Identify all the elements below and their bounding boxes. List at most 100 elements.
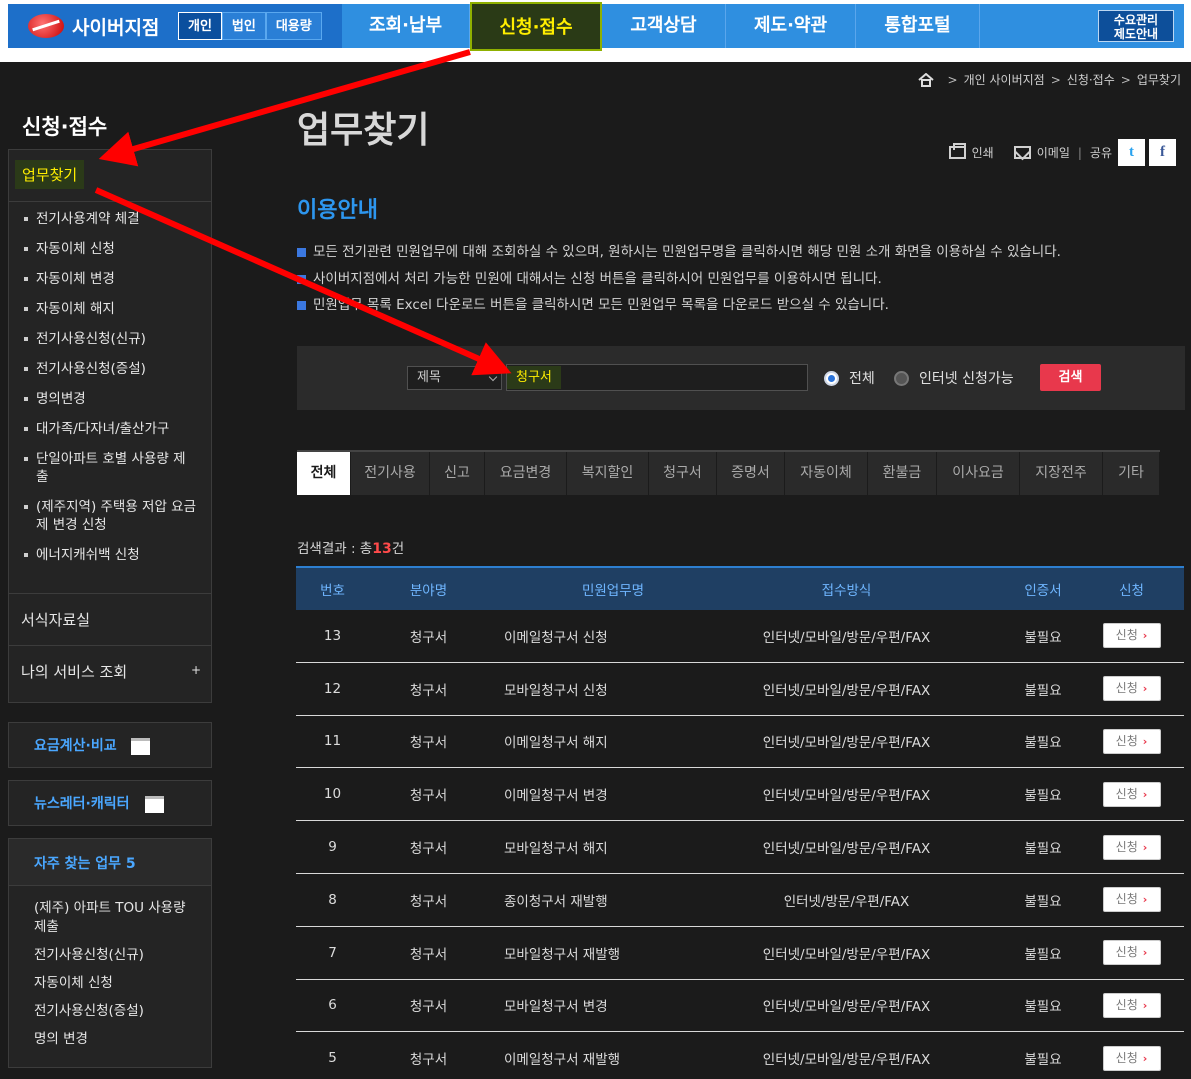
sidebar-menu: 업무찾기 전기사용계약 체결 자동이체 신청 자동이체 변경 자동이체 해지 전… [8, 149, 212, 703]
sidebar-item-active[interactable]: 업무찾기 [9, 150, 211, 202]
email-label[interactable]: 이메일 [1037, 144, 1070, 161]
row-field: 청구서 [409, 893, 448, 910]
radio-online[interactable]: 인터넷 신청가능 [894, 368, 1014, 388]
fee-calc-banner[interactable]: 요금계산·비교 [8, 722, 212, 768]
tab-auto-transfer[interactable]: 자동이체 [785, 452, 868, 495]
apply-button[interactable]: 신청 › [1102, 781, 1161, 807]
sidebar-subitem[interactable]: 자동이체 신청 [9, 240, 211, 258]
frequent-task-item[interactable]: (제주) 아파트 TOU 사용량 제출 [9, 899, 211, 937]
tab-utility-pole[interactable]: 지장전주 [1020, 452, 1103, 495]
row-task-name[interactable]: 모바일청구서 신청 [488, 679, 686, 699]
nav-inquiry-payment[interactable]: 조회·납부 [342, 4, 470, 48]
row-task-name[interactable]: 모바일청구서 재발행 [488, 943, 686, 963]
column-header: 인증서 [1024, 583, 1062, 599]
type-tab-large[interactable]: 대용량 [265, 12, 322, 40]
sidebar-subitem[interactable]: 전기사용신청(신규) [9, 330, 211, 348]
facebook-icon[interactable]: f [1149, 139, 1176, 166]
sidebar-subitem[interactable]: 단일아파트 호별 사용량 제출 [9, 450, 211, 486]
row-method: 인터넷/모바일/방문/우편/FAX [762, 999, 931, 1016]
apply-button[interactable]: 신청 › [1102, 1045, 1161, 1071]
sidebar-subitem[interactable]: 전기사용신청(증설) [9, 360, 211, 378]
sidebar-item-my-service[interactable]: 나의 서비스 조회 + [9, 645, 211, 697]
search-field-select[interactable]: 제목 [407, 366, 502, 390]
sidebar-item-task-search[interactable]: 업무찾기 [15, 160, 85, 189]
search-button[interactable]: 검색 [1040, 364, 1101, 391]
apply-button[interactable]: 신청 › [1102, 940, 1161, 966]
sidebar-subitem[interactable]: 명의변경 [9, 390, 211, 408]
plus-icon[interactable]: + [191, 663, 201, 677]
sidebar-subitem[interactable]: 자동이체 변경 [9, 270, 211, 288]
tab-electric-use[interactable]: 전기사용 [351, 452, 430, 495]
kepco-logo-icon[interactable] [28, 14, 64, 38]
mail-icon[interactable] [1013, 146, 1031, 159]
tab-bill[interactable]: 청구서 [649, 452, 717, 495]
nav-application[interactable]: 신청·접수 [470, 2, 602, 51]
breadcrumb-item[interactable]: 신청·접수 [1067, 71, 1115, 88]
radio-label: 전체 [849, 371, 875, 387]
tab-moving-fee[interactable]: 이사요금 [937, 452, 1020, 495]
sidebar-item-label: 나의 서비스 조회 [21, 663, 128, 681]
tab-all[interactable]: 전체 [297, 452, 351, 495]
frequent-task-item[interactable]: 자동이체 신청 [9, 974, 211, 993]
tab-report[interactable]: 신고 [430, 452, 485, 495]
demand-management-button[interactable]: 수요관리 제도안내 [1098, 10, 1174, 42]
row-cert: 불필요 [1024, 946, 1062, 963]
row-cert: 불필요 [1024, 1052, 1062, 1069]
sidebar-subitem[interactable]: 자동이체 해지 [9, 300, 211, 318]
tab-welfare-discount[interactable]: 복지할인 [567, 452, 649, 495]
home-icon[interactable] [917, 72, 934, 87]
row-task-name[interactable]: 모바일청구서 해지 [488, 837, 686, 857]
guide-item: 모든 전기관련 민원업무에 대해 조회하실 수 있으며, 원하시는 민원업무명을… [297, 239, 1061, 266]
tab-certificate[interactable]: 증명서 [717, 452, 785, 495]
frequent-tasks-title: 자주 찾는 업무 5 [34, 856, 136, 872]
sidebar-item-label: 서식자료실 [21, 611, 91, 629]
row-number: 6 [328, 997, 337, 1014]
top-bar: 사이버지점 개인 법인 대용량 조회·납부 신청·접수 고객상담 제도·약관 통… [0, 0, 1191, 62]
apply-button[interactable]: 신청 › [1102, 728, 1161, 754]
radio-label: 인터넷 신청가능 [919, 371, 1014, 387]
sidebar-subitem[interactable]: 대가족/다자녀/출산가구 [9, 420, 211, 438]
tab-etc[interactable]: 기타 [1103, 452, 1160, 495]
tab-refund[interactable]: 환불금 [868, 452, 937, 495]
sidebar-subitem[interactable]: 에너지캐쉬백 신청 [9, 546, 211, 564]
nav-portal[interactable]: 통합포털 [856, 4, 980, 48]
row-task-name[interactable]: 모바일청구서 변경 [488, 995, 686, 1015]
search-input-value: 청구서 [507, 366, 561, 389]
frequent-task-item[interactable]: 명의 변경 [9, 1030, 211, 1049]
frequent-task-item[interactable]: 전기사용신청(신규) [9, 946, 211, 965]
sidebar-subitem[interactable]: 전기사용계약 체결 [9, 210, 211, 228]
row-apply-cell: 신청 › [1079, 623, 1184, 649]
row-apply-cell: 신청 › [1079, 676, 1184, 702]
tab-fee-change[interactable]: 요금변경 [485, 452, 567, 495]
row-task-name[interactable]: 이메일청구서 해지 [488, 731, 686, 751]
row-task-name[interactable]: 종이청구서 재발행 [488, 890, 686, 910]
search-input[interactable]: 청구서 [506, 364, 808, 391]
frequent-task-item[interactable]: 전기사용신청(증설) [9, 1002, 211, 1021]
brand-name[interactable]: 사이버지점 [72, 13, 159, 40]
twitter-icon[interactable]: t [1118, 139, 1145, 166]
row-task-name[interactable]: 이메일청구서 변경 [488, 784, 686, 804]
apply-button[interactable]: 신청 › [1102, 992, 1161, 1018]
row-task-name[interactable]: 이메일청구서 신청 [488, 626, 686, 646]
type-tab-corporate[interactable]: 법인 [221, 12, 266, 40]
sidebar-subitem[interactable]: (제주지역) 주택용 저압 요금제 변경 신청 [9, 498, 211, 534]
radio-all[interactable]: 전체 [824, 368, 875, 388]
radio-checked-icon [824, 370, 839, 386]
sidebar-item-forms[interactable]: 서식자료실 [9, 593, 211, 645]
apply-button[interactable]: 신청 › [1102, 887, 1161, 913]
table-row: 9 청구서 모바일청구서 해지 인터넷/모바일/방문/우편/FAX 불필요 신청 › [296, 821, 1184, 874]
apply-button[interactable]: 신청 › [1102, 834, 1161, 860]
print-label[interactable]: 인쇄 [972, 144, 994, 161]
nav-policy-terms[interactable]: 제도·약관 [726, 4, 856, 48]
newsletter-banner[interactable]: 뉴스레터·캐릭터 [8, 780, 212, 826]
apply-button[interactable]: 신청 › [1102, 623, 1161, 649]
row-task-name[interactable]: 이메일청구서 재발행 [488, 1048, 686, 1068]
apply-button[interactable]: 신청 › [1102, 676, 1161, 702]
breadcrumb-item[interactable]: 개인 사이버지점 [964, 71, 1045, 88]
task-table: 번호 분야명 민원업무명 접수방식 인증서 신청 13 청구서 이메일청구서 신청 인… [296, 566, 1184, 1079]
print-icon[interactable] [948, 143, 966, 159]
type-tab-personal[interactable]: 개인 [178, 12, 222, 40]
nav-customer-consult[interactable]: 고객상담 [602, 4, 726, 48]
row-cert: 불필요 [1024, 841, 1062, 858]
table-row: 7 청구서 모바일청구서 재발행 인터넷/모바일/방문/우편/FAX 불필요 신청 › [296, 927, 1184, 980]
